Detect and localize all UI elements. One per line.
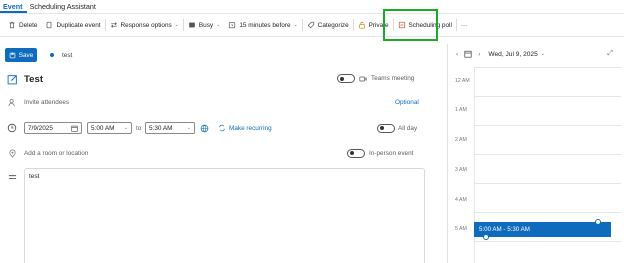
tab-scheduling-assistant[interactable]: Scheduling Assistant: [27, 0, 100, 13]
hour-label: 1 AM: [455, 107, 467, 113]
to-label: to: [136, 124, 142, 132]
reminder-label: 15 minutes before: [239, 21, 291, 29]
hour-label: 12 AM: [455, 78, 470, 84]
save-icon: [9, 52, 16, 58]
invite-attendees-input[interactable]: Invite attendees: [24, 99, 69, 106]
chevron-down-icon: ⌄: [186, 125, 191, 131]
response-options-button[interactable]: Response options ⌄: [106, 16, 183, 34]
alarm-clock-icon: [229, 22, 236, 29]
end-time-dropdown[interactable]: 5:30 AM ⌄: [145, 122, 195, 134]
start-time-dropdown[interactable]: 5:00 AM ⌄: [87, 122, 132, 134]
save-bar: Save test: [0, 44, 430, 66]
hour-line: [474, 125, 621, 126]
delete-button[interactable]: Delete: [4, 16, 41, 34]
text-lines-icon: [6, 171, 18, 183]
start-date-value: 7/9/2025: [28, 124, 53, 132]
resize-handle-top[interactable]: [595, 219, 601, 225]
chevron-left-icon[interactable]: ‹: [456, 51, 458, 58]
save-label: Save: [18, 51, 34, 59]
calendar-date-label[interactable]: Wed, Jul 9, 2025: [488, 51, 537, 58]
calendar-header: ‹ › Wed, Jul 9, 2025 ⌄ ⤢: [448, 44, 624, 64]
event-body-editor[interactable]: test: [24, 168, 425, 263]
categorize-label: Categorize: [317, 21, 349, 29]
chevron-down-icon[interactable]: ⌄: [541, 51, 545, 57]
attendees-row: Invite attendees Optional: [0, 95, 430, 109]
datetime-row: 7/9/2025 5:00 AM ⌄ to 5:30 AM ⌄ Make rec…: [0, 120, 430, 136]
response-options-label: Response options: [120, 21, 172, 29]
location-input[interactable]: Add a room or location: [24, 150, 88, 157]
chevron-down-icon: ⌄: [123, 125, 128, 131]
event-body-text: test: [29, 173, 40, 180]
busy-dropdown[interactable]: Busy ⌄: [184, 16, 224, 34]
make-recurring-button[interactable]: Make recurring: [218, 124, 272, 132]
hour-line: [474, 154, 621, 155]
make-recurring-label: Make recurring: [229, 124, 272, 132]
chevron-down-icon: ⌄: [293, 22, 298, 28]
tab-bar: Event Scheduling Assistant: [0, 0, 624, 13]
hour-line: [474, 67, 621, 68]
more-options-button[interactable]: ···: [457, 16, 471, 34]
hour-line: [474, 241, 621, 242]
all-day-toggle[interactable]: All day: [377, 123, 418, 133]
event-title-input[interactable]: Test: [24, 74, 43, 85]
toggle-switch[interactable]: [377, 123, 395, 133]
busy-label: Busy: [198, 21, 214, 29]
location-row: Add a room or location In-person event: [0, 146, 430, 160]
calendar-event-block[interactable]: 5:00 AM - 5:30 AM: [474, 222, 611, 237]
people-icon: [6, 96, 18, 108]
globe-icon[interactable]: [200, 124, 209, 133]
arrows-icon: [110, 22, 117, 28]
clock-icon: [6, 122, 18, 134]
trash-icon: [9, 21, 15, 29]
copy-icon: [47, 21, 52, 29]
hour-line: [474, 96, 621, 97]
duplicate-event-label: Duplicate event: [56, 21, 101, 29]
teams-meeting-label: Teams meeting: [371, 75, 415, 82]
duplicate-event-button[interactable]: Duplicate event: [41, 16, 104, 34]
tag-icon: [307, 21, 314, 29]
title-row: Test Teams meeting: [0, 70, 430, 88]
in-person-label: In-person event: [369, 149, 414, 157]
hour-label: 2 AM: [455, 137, 467, 143]
categorize-button[interactable]: Categorize: [303, 16, 353, 34]
all-day-label: All day: [398, 124, 418, 132]
chevron-down-icon: ⌄: [174, 22, 179, 28]
hour-label: 4 AM: [455, 197, 467, 203]
private-highlight-box: [383, 9, 438, 41]
save-button[interactable]: Save: [5, 48, 37, 62]
delete-label: Delete: [19, 21, 38, 29]
calendar-icon: [71, 125, 78, 132]
reminder-dropdown[interactable]: 15 minutes before ⌄: [224, 16, 301, 34]
repeat-icon: [219, 124, 225, 132]
hour-line: [474, 212, 621, 213]
event-color-dot: [50, 53, 54, 57]
chevron-right-icon[interactable]: ›: [478, 51, 480, 58]
today-calendar-icon[interactable]: [464, 50, 472, 58]
start-time-value: 5:00 AM: [91, 124, 115, 132]
event-title-preview: test: [62, 51, 73, 59]
start-date-field[interactable]: 7/9/2025: [24, 122, 82, 134]
ribbon-toolbar: Delete Duplicate event Response options …: [0, 13, 624, 37]
video-call-icon: [359, 76, 367, 81]
teams-meeting-toggle[interactable]: Teams meeting: [337, 74, 414, 83]
more-options-icon: ···: [460, 21, 468, 29]
end-time-value: 5:30 AM: [149, 124, 173, 132]
expand-icon[interactable]: ⤢: [607, 50, 613, 58]
toggle-switch[interactable]: [337, 74, 355, 83]
location-pin-icon: [6, 147, 18, 159]
resize-handle-bottom[interactable]: [483, 234, 489, 240]
tab-event[interactable]: Event: [0, 0, 27, 13]
hour-label: 5 AM: [455, 226, 467, 232]
lock-icon: [358, 21, 365, 29]
event-time-label: 5:00 AM - 5:30 AM: [479, 226, 530, 233]
toggle-switch[interactable]: [347, 148, 365, 158]
optional-attendees-link[interactable]: Optional: [395, 99, 419, 106]
in-person-toggle[interactable]: In-person event: [347, 148, 414, 158]
hour-line: [474, 183, 621, 184]
busy-status-icon: [189, 22, 195, 28]
hour-label: 3 AM: [455, 167, 467, 173]
edit-icon: [6, 73, 18, 85]
chevron-down-icon: ⌄: [216, 22, 221, 28]
